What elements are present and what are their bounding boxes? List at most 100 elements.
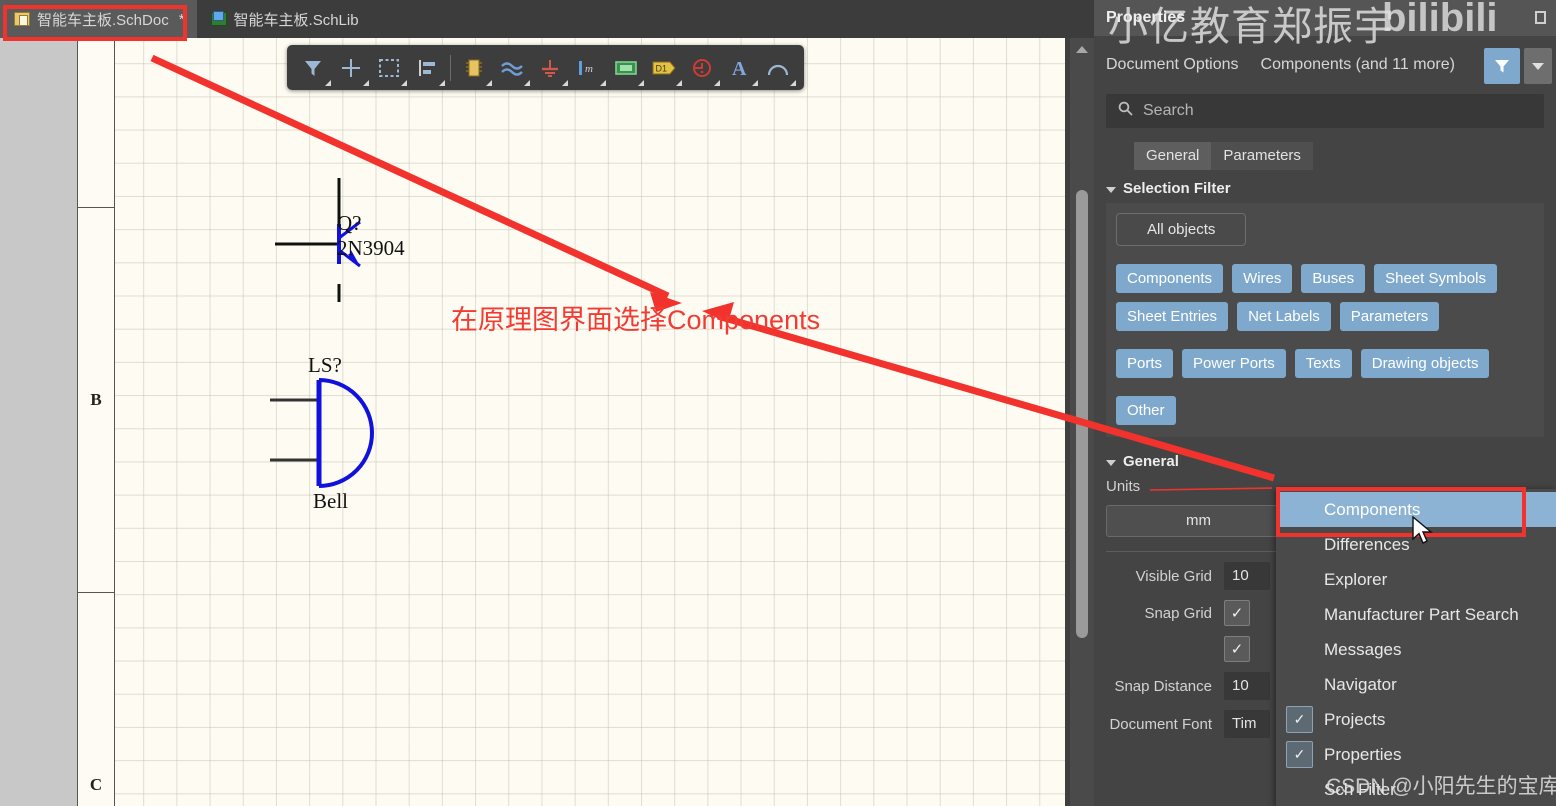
left-panel-gutter (0, 38, 77, 806)
scroll-up-arrow-icon[interactable] (1076, 46, 1088, 53)
menu-item-label: Explorer (1324, 569, 1388, 589)
filter-icon[interactable] (294, 49, 332, 87)
selection-filter-card: All objects Components Wires Buses Sheet… (1106, 203, 1544, 437)
mouse-cursor (1412, 516, 1433, 544)
scrollbar-thumb[interactable] (1076, 190, 1088, 638)
chip-drawing-objects[interactable]: Drawing objects (1360, 349, 1490, 378)
chip-sheet-entries[interactable]: Sheet Entries (1116, 302, 1229, 331)
menu-item-label: Properties (1324, 744, 1402, 764)
units-value-toggle[interactable]: mm (1106, 505, 1291, 537)
align-icon[interactable] (408, 49, 446, 87)
schematic-toolbar[interactable]: m D1 A (287, 45, 804, 90)
panel-title: Properties (1106, 9, 1186, 26)
chip-buses[interactable]: Buses (1301, 264, 1366, 293)
place-ground-icon[interactable] (531, 49, 569, 87)
place-designator-icon[interactable]: D1 (645, 49, 683, 87)
chip-sheet-symbols[interactable]: Sheet Symbols (1374, 264, 1497, 293)
tab-schdoc-label: 智能车主板.SchDoc (37, 11, 169, 29)
no-erc-icon[interactable] (683, 49, 721, 87)
chip-power-ports[interactable]: Power Ports (1182, 349, 1286, 378)
menu-item-projects[interactable]: ✓ Projects (1276, 702, 1556, 737)
snap-distance-label: Snap Distance (1114, 677, 1212, 695)
menu-item-messages[interactable]: Messages (1276, 632, 1556, 667)
transistor-part-text: 2N3904 (337, 236, 405, 260)
snap-grid-label: Snap Grid (1144, 604, 1212, 622)
selection-rect-icon[interactable] (370, 49, 408, 87)
chip-parameters[interactable]: Parameters (1339, 302, 1440, 331)
menu-item-label: Messages (1324, 639, 1402, 659)
place-port-icon[interactable] (607, 49, 645, 87)
properties-object-selector: Document Options Components (and 11 more… (1094, 36, 1556, 94)
search-input[interactable]: Search (1106, 94, 1544, 128)
chip-texts[interactable]: Texts (1294, 349, 1352, 378)
properties-tab-row: General Parameters (1134, 142, 1544, 170)
document-font-value[interactable]: Tim (1224, 710, 1270, 738)
tab-parameters[interactable]: Parameters (1211, 142, 1313, 170)
snap-to-electrical-checkbox[interactable]: ✓ (1224, 636, 1250, 662)
snap-distance-input[interactable]: 10 (1224, 672, 1270, 700)
tab-schdoc-dirty-marker: * (178, 10, 185, 28)
filter-icon[interactable] (1484, 48, 1520, 84)
menu-item-manufacturer-part-search[interactable]: Manufacturer Part Search (1276, 597, 1556, 632)
components-count-label[interactable]: Components (and 11 more) (1261, 56, 1455, 74)
chip-all-objects[interactable]: All objects (1116, 213, 1247, 246)
place-net-label-icon[interactable]: m (569, 49, 607, 87)
bell-designator-text: LS? (308, 353, 342, 377)
general-divider (1106, 551, 1291, 552)
tab-general[interactable]: General (1134, 142, 1212, 170)
pin-icon[interactable] (1535, 11, 1546, 24)
chip-ports[interactable]: Ports (1116, 349, 1174, 378)
sheet-zone-c: C (78, 593, 114, 806)
bell-part-text: Bell (313, 489, 348, 513)
menu-item-properties[interactable]: ✓ Properties (1276, 737, 1556, 772)
chip-wires[interactable]: Wires (1232, 264, 1293, 293)
properties-panel-header: Properties (1094, 0, 1556, 36)
menu-item-explorer[interactable]: Explorer (1276, 562, 1556, 597)
place-arc-icon[interactable] (759, 49, 797, 87)
chip-net-labels[interactable]: Net Labels (1237, 302, 1331, 331)
tab-schlib[interactable]: 智能车主板.SchLib (197, 0, 371, 38)
menu-item-label: Differences (1324, 534, 1410, 554)
svg-text:D1: D1 (656, 63, 668, 73)
menu-item-label: Projects (1324, 709, 1386, 729)
menu-item-navigator[interactable]: Navigator (1276, 667, 1556, 702)
menu-item-sch-filter[interactable]: Sch Filter (1276, 772, 1556, 806)
altium-designer-window: 智能车主板.SchDoc * 智能车主板.SchLib B C Q? 2N390… (0, 0, 1556, 806)
document-font-label: Document Font (1109, 715, 1212, 733)
toolbar-separator (450, 54, 451, 81)
menu-check-icon: ✓ (1286, 706, 1313, 733)
schdoc-icon (14, 12, 30, 26)
canvas-vertical-scrollbar[interactable] (1070, 38, 1094, 806)
annotation-text: 在原理图界面选择Components (451, 305, 821, 335)
tab-schdoc[interactable]: 智能车主板.SchDoc * (0, 0, 197, 38)
document-options-label[interactable]: Document Options (1106, 56, 1239, 74)
menu-check-icon: ✓ (1286, 741, 1313, 768)
sheet-zone-b: B (78, 208, 114, 593)
snap-grid-checkbox[interactable]: ✓ (1224, 600, 1250, 626)
chevron-down-icon[interactable] (1524, 48, 1552, 84)
place-wire-icon[interactable] (493, 49, 531, 87)
svg-text:m: m (585, 63, 593, 75)
place-component-icon[interactable] (455, 49, 493, 87)
schlib-icon (210, 11, 227, 26)
caret-down-icon (1106, 186, 1116, 193)
menu-item-label: Manufacturer Part Search (1324, 604, 1519, 624)
caret-down-icon (1106, 459, 1116, 466)
units-label: Units (1106, 478, 1141, 495)
visible-grid-label: Visible Grid (1135, 567, 1212, 585)
search-placeholder: Search (1143, 102, 1194, 119)
schematic-canvas[interactable]: Q? 2N3904 LS? Bell 在原理图界面选择Components (115, 38, 1065, 806)
menu-item-label: Navigator (1324, 674, 1397, 694)
general-section-header[interactable]: General (1094, 437, 1556, 476)
chip-components[interactable]: Components (1116, 264, 1224, 293)
transistor-designator-text: Q? (337, 211, 362, 235)
visible-grid-input[interactable]: 10 (1224, 562, 1270, 590)
menu-item-label: Sch Filter (1324, 779, 1396, 799)
place-text-icon[interactable]: A (721, 49, 759, 87)
crosshair-icon[interactable] (332, 49, 370, 87)
general-title: General (1123, 453, 1179, 470)
sheet-zone-a (78, 38, 114, 208)
chip-other[interactable]: Other (1116, 396, 1176, 425)
svg-text:A: A (732, 58, 747, 79)
selection-filter-section-header[interactable]: Selection Filter (1094, 170, 1556, 203)
